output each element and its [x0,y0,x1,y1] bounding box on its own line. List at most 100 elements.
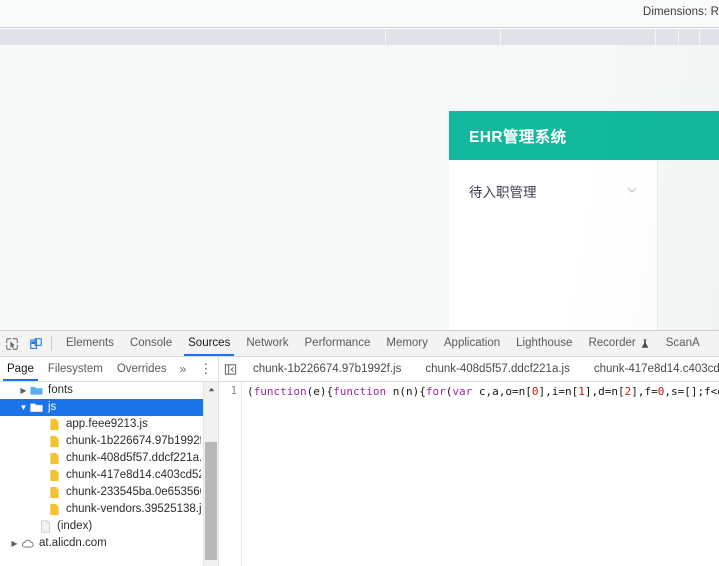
tab-label: Elements [66,337,114,349]
tab-recorder[interactable]: Recorder [580,331,657,356]
file-js-icon [47,486,62,499]
code-token: c,a,o=n[ [472,385,532,398]
file-js-icon [47,435,62,448]
code-token: (e){ [306,385,334,398]
navigator-subtab-overrides[interactable]: Overrides [110,357,174,381]
tree-row-label: chunk-408d5f57.ddcf221a.js [66,452,201,464]
tree-row-label: chunk-417e8d14.c403cd52, [66,469,201,481]
navigator-subtab-page[interactable]: Page [0,357,41,381]
file-js-icon [47,452,62,465]
folder-open-icon [29,402,44,413]
app-header: EHR管理系统 [449,111,719,160]
tree-row[interactable]: chunk-1b226674.97b1992f.j [0,433,203,450]
code-token: ],i=n[ [538,385,579,398]
tree-row-label: chunk-233545ba.0e653566, [66,486,201,498]
navigator-pane: ▶ fonts ▼ js app.feee9213.js chunk-1b226674… [0,382,219,566]
navigator-subtab-filesystem[interactable]: Filesystem [41,357,110,381]
scrollbar-thumb[interactable] [205,442,217,560]
collapse-sidebar-icon[interactable] [219,357,241,381]
ruler-separator [500,29,501,45]
device-toolbar-icon[interactable] [24,332,48,356]
tab-scana[interactable]: ScanA [658,331,708,356]
device-emulation-bar: Dimensions: R [0,0,719,28]
ruler-separator [678,29,679,45]
tab-label: Sources [188,337,231,349]
ruler-separator [699,29,700,45]
code-token: ],f= [631,385,658,398]
file-tab[interactable]: chunk-1b226674.97b1992f.js [241,357,413,381]
twisty-expanded-icon[interactable]: ▼ [18,399,29,416]
ruler-separator [655,29,656,45]
tab-performance[interactable]: Performance [297,331,379,356]
code-token: var [452,385,473,398]
tab-application[interactable]: Application [436,331,508,356]
tree-row-label: chunk-1b226674.97b1992f.j [66,435,201,447]
code-token: ( [247,385,254,398]
code-token: n(n){ [386,385,426,398]
tree-row-label: fonts [48,384,73,396]
twisty-collapsed-icon[interactable]: ▶ [18,382,29,399]
devtools-subbar: Page Filesystem Overrides » ⋮ chunk-1b2266… [0,357,719,382]
screenshot-root: Dimensions: R EHR管理系统 待入职管理 Elements Con… [0,0,719,566]
dimensions-label: Dimensions: R [642,6,719,18]
page-viewport: EHR管理系统 待入职管理 [0,45,719,330]
tab-lighthouse[interactable]: Lighthouse [508,331,580,356]
tree-row-label: js [48,401,57,413]
folder-icon [29,385,44,396]
tree-row-label: chunk-vendors.39525138.js [66,503,201,515]
device-ruler-strip[interactable] [0,29,719,45]
tab-network[interactable]: Network [238,331,296,356]
scroll-up-arrow-icon[interactable] [204,382,218,396]
devtools-panel: Elements Console Sources Network Performance… [0,330,719,566]
tree-row[interactable]: chunk-vendors.39525138.js [0,501,203,518]
file-tab[interactable]: chunk-417e8d14.c403cd52.js [582,357,719,381]
file-tree: ▶ fonts ▼ js app.feee9213.js chunk-1b226674… [0,382,203,566]
code-token: 1 [578,385,585,398]
inspect-element-icon[interactable] [0,332,24,356]
navigator-scrollbar[interactable] [203,382,218,566]
code-token: for [425,385,446,398]
chevron-down-icon [626,184,638,196]
navigator-menu-button[interactable]: ⋮ [192,361,219,377]
navigator-more-button[interactable]: » [174,362,193,376]
line-number: 1 [230,385,237,397]
code-line-1: (function(e){function n(n){for(var c,a,o… [247,385,719,399]
file-js-icon [47,503,62,516]
editor-gutter: 1 [220,382,242,566]
tab-label: Performance [304,337,371,349]
tab-elements[interactable]: Elements [58,331,122,356]
file-tab[interactable]: chunk-408d5f57.ddcf221a.js [413,357,582,381]
file-doc-icon [38,520,53,533]
tree-row[interactable]: chunk-408d5f57.ddcf221a.js [0,450,203,467]
tree-row[interactable]: chunk-233545ba.0e653566, [0,484,203,501]
tree-row[interactable]: ▶ fonts [0,382,203,399]
file-js-icon [47,469,62,482]
code-token: function [253,385,307,398]
tree-row[interactable]: app.feee9213.js [0,416,203,433]
tab-memory[interactable]: Memory [378,331,436,356]
app-title: EHR管理系统 [469,129,567,146]
tree-row-label: (index) [57,520,93,532]
source-editor[interactable]: 1 (function(e){function n(n){for(var c,a… [220,382,719,566]
tab-label: ScanA [665,337,700,349]
app-sidebar: 待入职管理 [449,160,658,330]
sidebar-item-pending-onboarding[interactable]: 待入职管理 [449,168,658,212]
tree-row[interactable]: ▶ at.alicdn.com [0,535,203,552]
tab-label: Lighthouse [516,337,573,349]
experiment-flask-icon [640,338,650,349]
tree-row[interactable]: (index) [0,518,203,535]
tree-row[interactable]: ▼ js [0,399,203,416]
tree-row[interactable]: chunk-417e8d14.c403cd52, [0,467,203,484]
tree-row-label: app.feee9213.js [66,418,148,430]
tab-console[interactable]: Console [122,331,180,356]
navigator-subtabs: Page Filesystem Overrides » ⋮ [0,357,219,381]
devtools-tabbar: Elements Console Sources Network Performance… [0,331,719,357]
ruler-separator [385,29,386,45]
twisty-collapsed-icon[interactable]: ▶ [9,535,20,552]
tab-sources[interactable]: Sources [180,331,238,356]
